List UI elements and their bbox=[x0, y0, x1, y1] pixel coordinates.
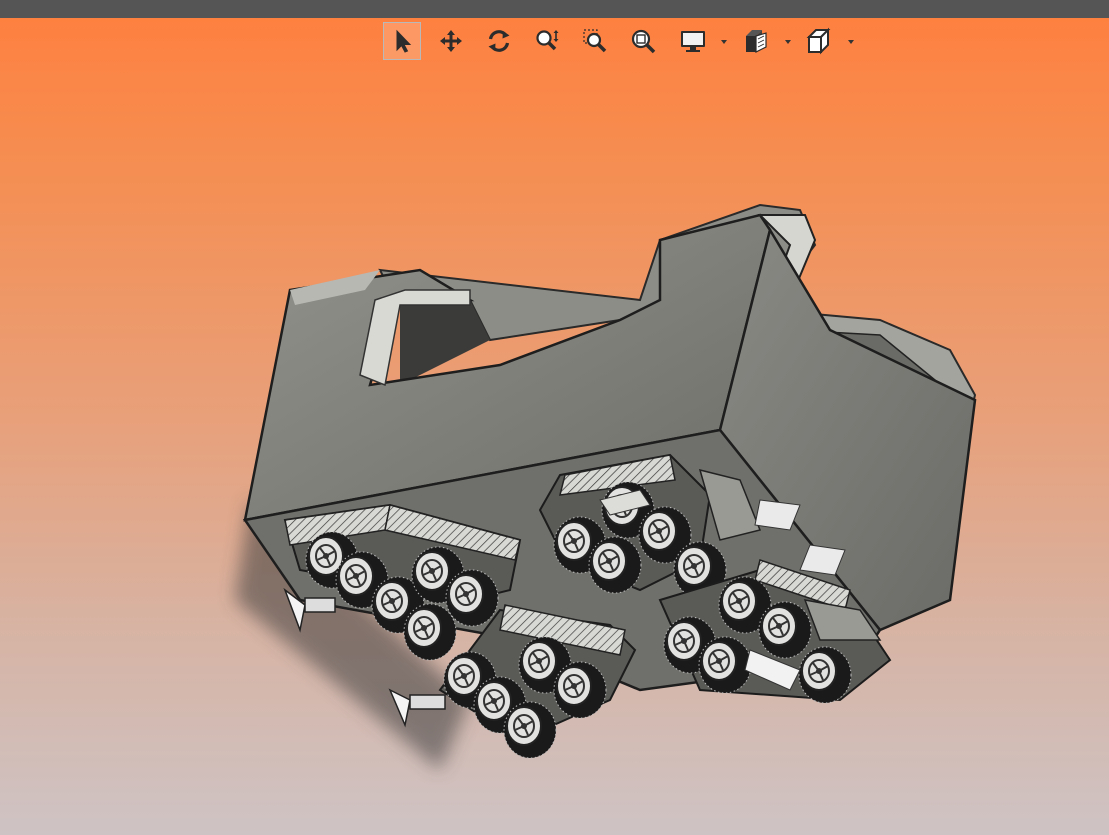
title-bar bbox=[0, 0, 1109, 18]
3d-model-render bbox=[235, 203, 977, 770]
graphics-viewport[interactable] bbox=[0, 18, 1109, 835]
